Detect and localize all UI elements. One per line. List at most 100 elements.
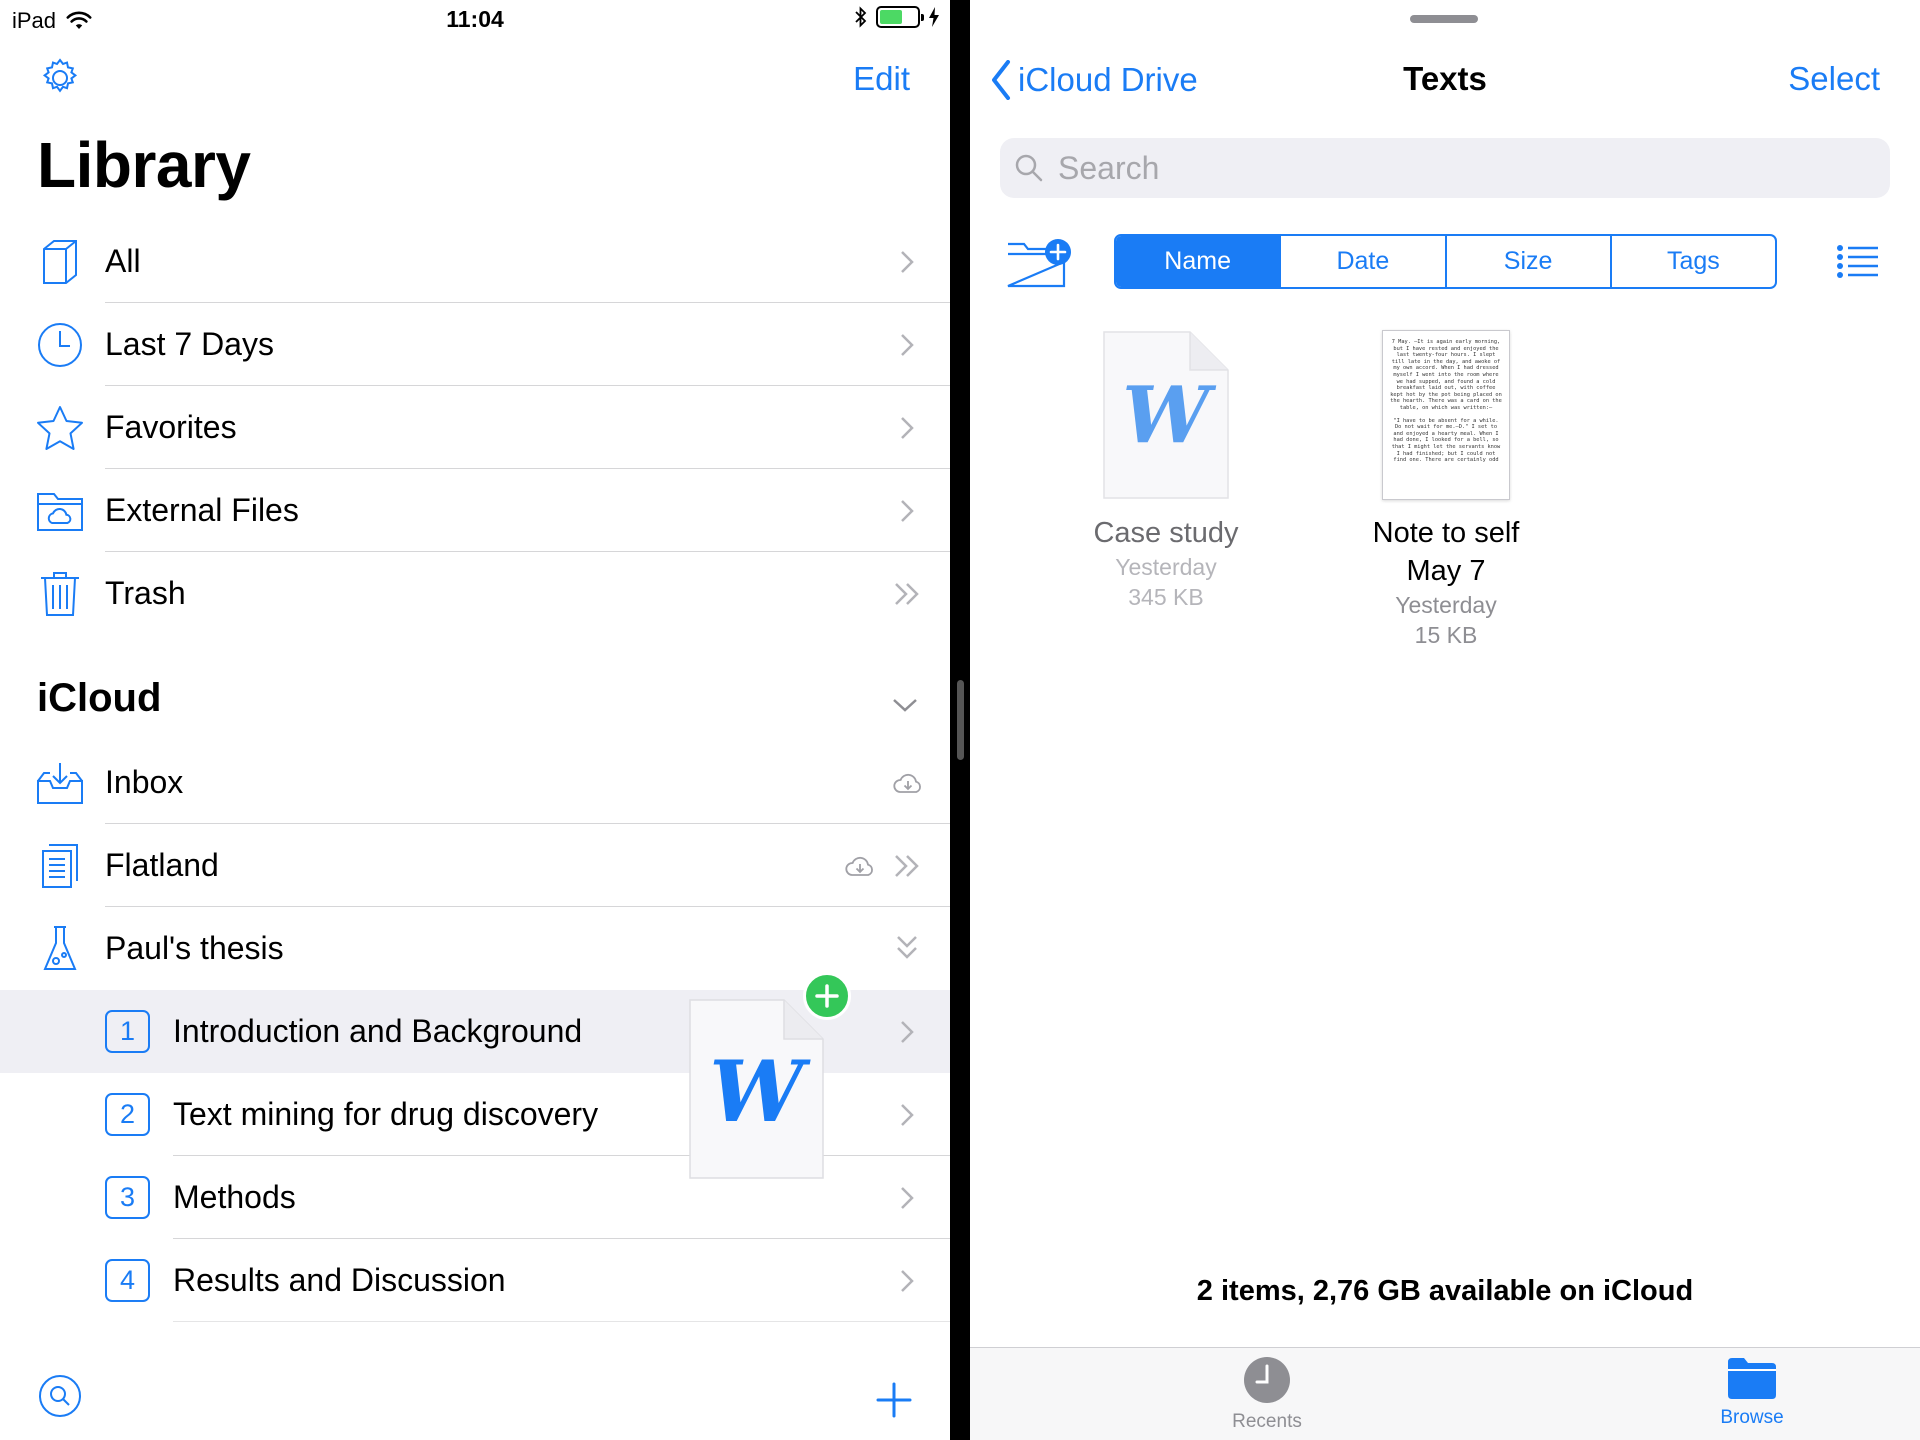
tab-label: Browse (1720, 1407, 1784, 1428)
file-item-case-study[interactable]: W Case study Yesterday 345 KB (1056, 330, 1276, 612)
icloud-item-label: Paul's thesis (105, 930, 284, 966)
library-pane: iPad 11:04 Edit Library All Last 7 Days … (0, 0, 950, 1440)
library-item-label: Last 7 Days (105, 326, 274, 362)
charging-bolt-icon (929, 7, 939, 27)
text-preview: 7 May. —It is again early morning, but I… (1382, 330, 1510, 500)
chapter-number-badge: 2 (105, 1093, 150, 1136)
cloud-download-icon[interactable] (892, 771, 924, 795)
inbox-tray-icon (34, 757, 86, 809)
search-bar[interactable] (1000, 138, 1890, 198)
folder-icon (1728, 1358, 1776, 1399)
document-icon (34, 840, 86, 892)
tab-bar: Recents Browse (970, 1347, 1920, 1440)
chevron-right-icon (901, 1269, 914, 1292)
library-item-label: Trash (105, 575, 186, 611)
bluetooth-icon (855, 6, 867, 28)
cloud-folder-icon (34, 485, 86, 537)
library-item-external-files[interactable]: External Files (0, 469, 950, 552)
chapter-number-badge: 4 (105, 1259, 150, 1302)
library-item-label: External Files (105, 492, 299, 528)
tab-label: Recents (1232, 1411, 1302, 1432)
chapter-number-badge: 1 (105, 1010, 150, 1053)
search-icon[interactable] (38, 1374, 82, 1418)
file-name-line: Note to self (1372, 517, 1520, 549)
edit-button[interactable]: Edit (853, 60, 910, 98)
sort-segmented-control: Name Date Size Tags (1114, 234, 1777, 289)
library-item-label: All (105, 243, 141, 279)
library-title: Library (37, 129, 251, 201)
word-icon: W (1122, 370, 1210, 461)
file-thumbnail: W (1102, 330, 1230, 500)
library-item-all[interactable]: All (0, 220, 950, 303)
chevron-right-icon (901, 416, 914, 439)
folder-title: Texts (1403, 60, 1487, 97)
search-icon (1015, 154, 1043, 182)
slide-over-grabber[interactable] (1410, 15, 1478, 23)
trash-icon (34, 568, 86, 620)
library-item-label: Favorites (105, 409, 237, 445)
status-bar-right (854, 6, 940, 28)
chapter-label: Results and Discussion (173, 1262, 506, 1298)
split-view-handle[interactable] (957, 680, 964, 760)
chevron-right-icon (901, 1020, 914, 1043)
icloud-item-inbox[interactable]: Inbox (0, 741, 950, 824)
tab-recents[interactable]: Recents (1197, 1356, 1337, 1433)
double-chevron-down-icon[interactable] (892, 929, 922, 969)
book-icon (34, 236, 86, 288)
double-chevron-right-icon[interactable] (892, 574, 922, 614)
sort-by-name[interactable]: Name (1116, 236, 1282, 287)
icloud-item-flatland[interactable]: Flatland (0, 824, 950, 907)
file-date: Yesterday (1115, 554, 1217, 580)
file-size: 345 KB (1128, 584, 1204, 610)
icloud-item-label: Flatland (105, 847, 219, 883)
cloud-download-icon[interactable] (844, 854, 876, 878)
flask-icon (34, 923, 86, 975)
chevron-right-icon (901, 499, 914, 522)
add-icon[interactable] (874, 1380, 914, 1420)
library-item-last-7-days[interactable]: Last 7 Days (0, 303, 950, 386)
chapter-label: Text mining for drug discovery (173, 1096, 599, 1132)
library-item-trash[interactable]: Trash (0, 552, 950, 635)
tab-browse[interactable]: Browse (1682, 1356, 1822, 1429)
storage-summary: 2 items, 2,76 GB available on iCloud (1196, 1275, 1694, 1307)
add-badge-icon (803, 972, 851, 1020)
gear-icon[interactable] (38, 56, 82, 100)
status-time: 11:04 (446, 6, 504, 32)
star-icon (34, 402, 86, 454)
file-item-note-to-self[interactable]: 7 May. —It is again early morning, but I… (1336, 330, 1556, 650)
icloud-section-title: iCloud (37, 676, 162, 720)
preview-paragraph: 7 May. —It is again early morning, but I… (1390, 339, 1502, 411)
chevron-right-icon (901, 333, 914, 356)
list-fade (0, 1300, 950, 1360)
file-name: Case study (1093, 517, 1239, 549)
icloud-item-label: Inbox (105, 764, 184, 800)
file-name-line: May 7 (1406, 555, 1486, 587)
chevron-right-icon (901, 250, 914, 273)
search-input[interactable] (1058, 149, 1858, 187)
dragged-document[interactable]: W (688, 998, 825, 1180)
icloud-item-pauls-thesis[interactable]: Paul's thesis (0, 907, 950, 990)
sort-by-date[interactable]: Date (1281, 236, 1447, 287)
file-date: Yesterday (1395, 592, 1497, 618)
double-chevron-right-icon[interactable] (892, 846, 922, 886)
sort-by-size[interactable]: Size (1447, 236, 1612, 287)
chapter-label: Methods (173, 1179, 296, 1215)
chevron-down-icon[interactable] (890, 690, 920, 720)
list-view-icon[interactable] (1836, 244, 1880, 278)
chevron-right-icon (901, 1186, 914, 1209)
word-letter: W (709, 1042, 804, 1141)
chevron-right-icon (901, 1103, 914, 1126)
clock-icon (34, 319, 86, 371)
sort-by-tags[interactable]: Tags (1612, 236, 1775, 287)
library-item-favorites[interactable]: Favorites (0, 386, 950, 469)
file-thumbnail: 7 May. —It is again early morning, but I… (1382, 330, 1510, 500)
chapter-number-badge: 3 (105, 1176, 150, 1219)
file-size: 15 KB (1414, 622, 1478, 648)
battery-icon (876, 6, 924, 28)
new-folder-icon[interactable] (1006, 236, 1072, 288)
select-button[interactable]: Select (1788, 60, 1880, 98)
library-bottom-toolbar (0, 1360, 950, 1440)
preview-paragraph: "I have to be absent for a while. Do not… (1391, 417, 1501, 464)
clock-icon (1244, 1357, 1290, 1403)
chapter-label: Introduction and Background (173, 1013, 583, 1049)
